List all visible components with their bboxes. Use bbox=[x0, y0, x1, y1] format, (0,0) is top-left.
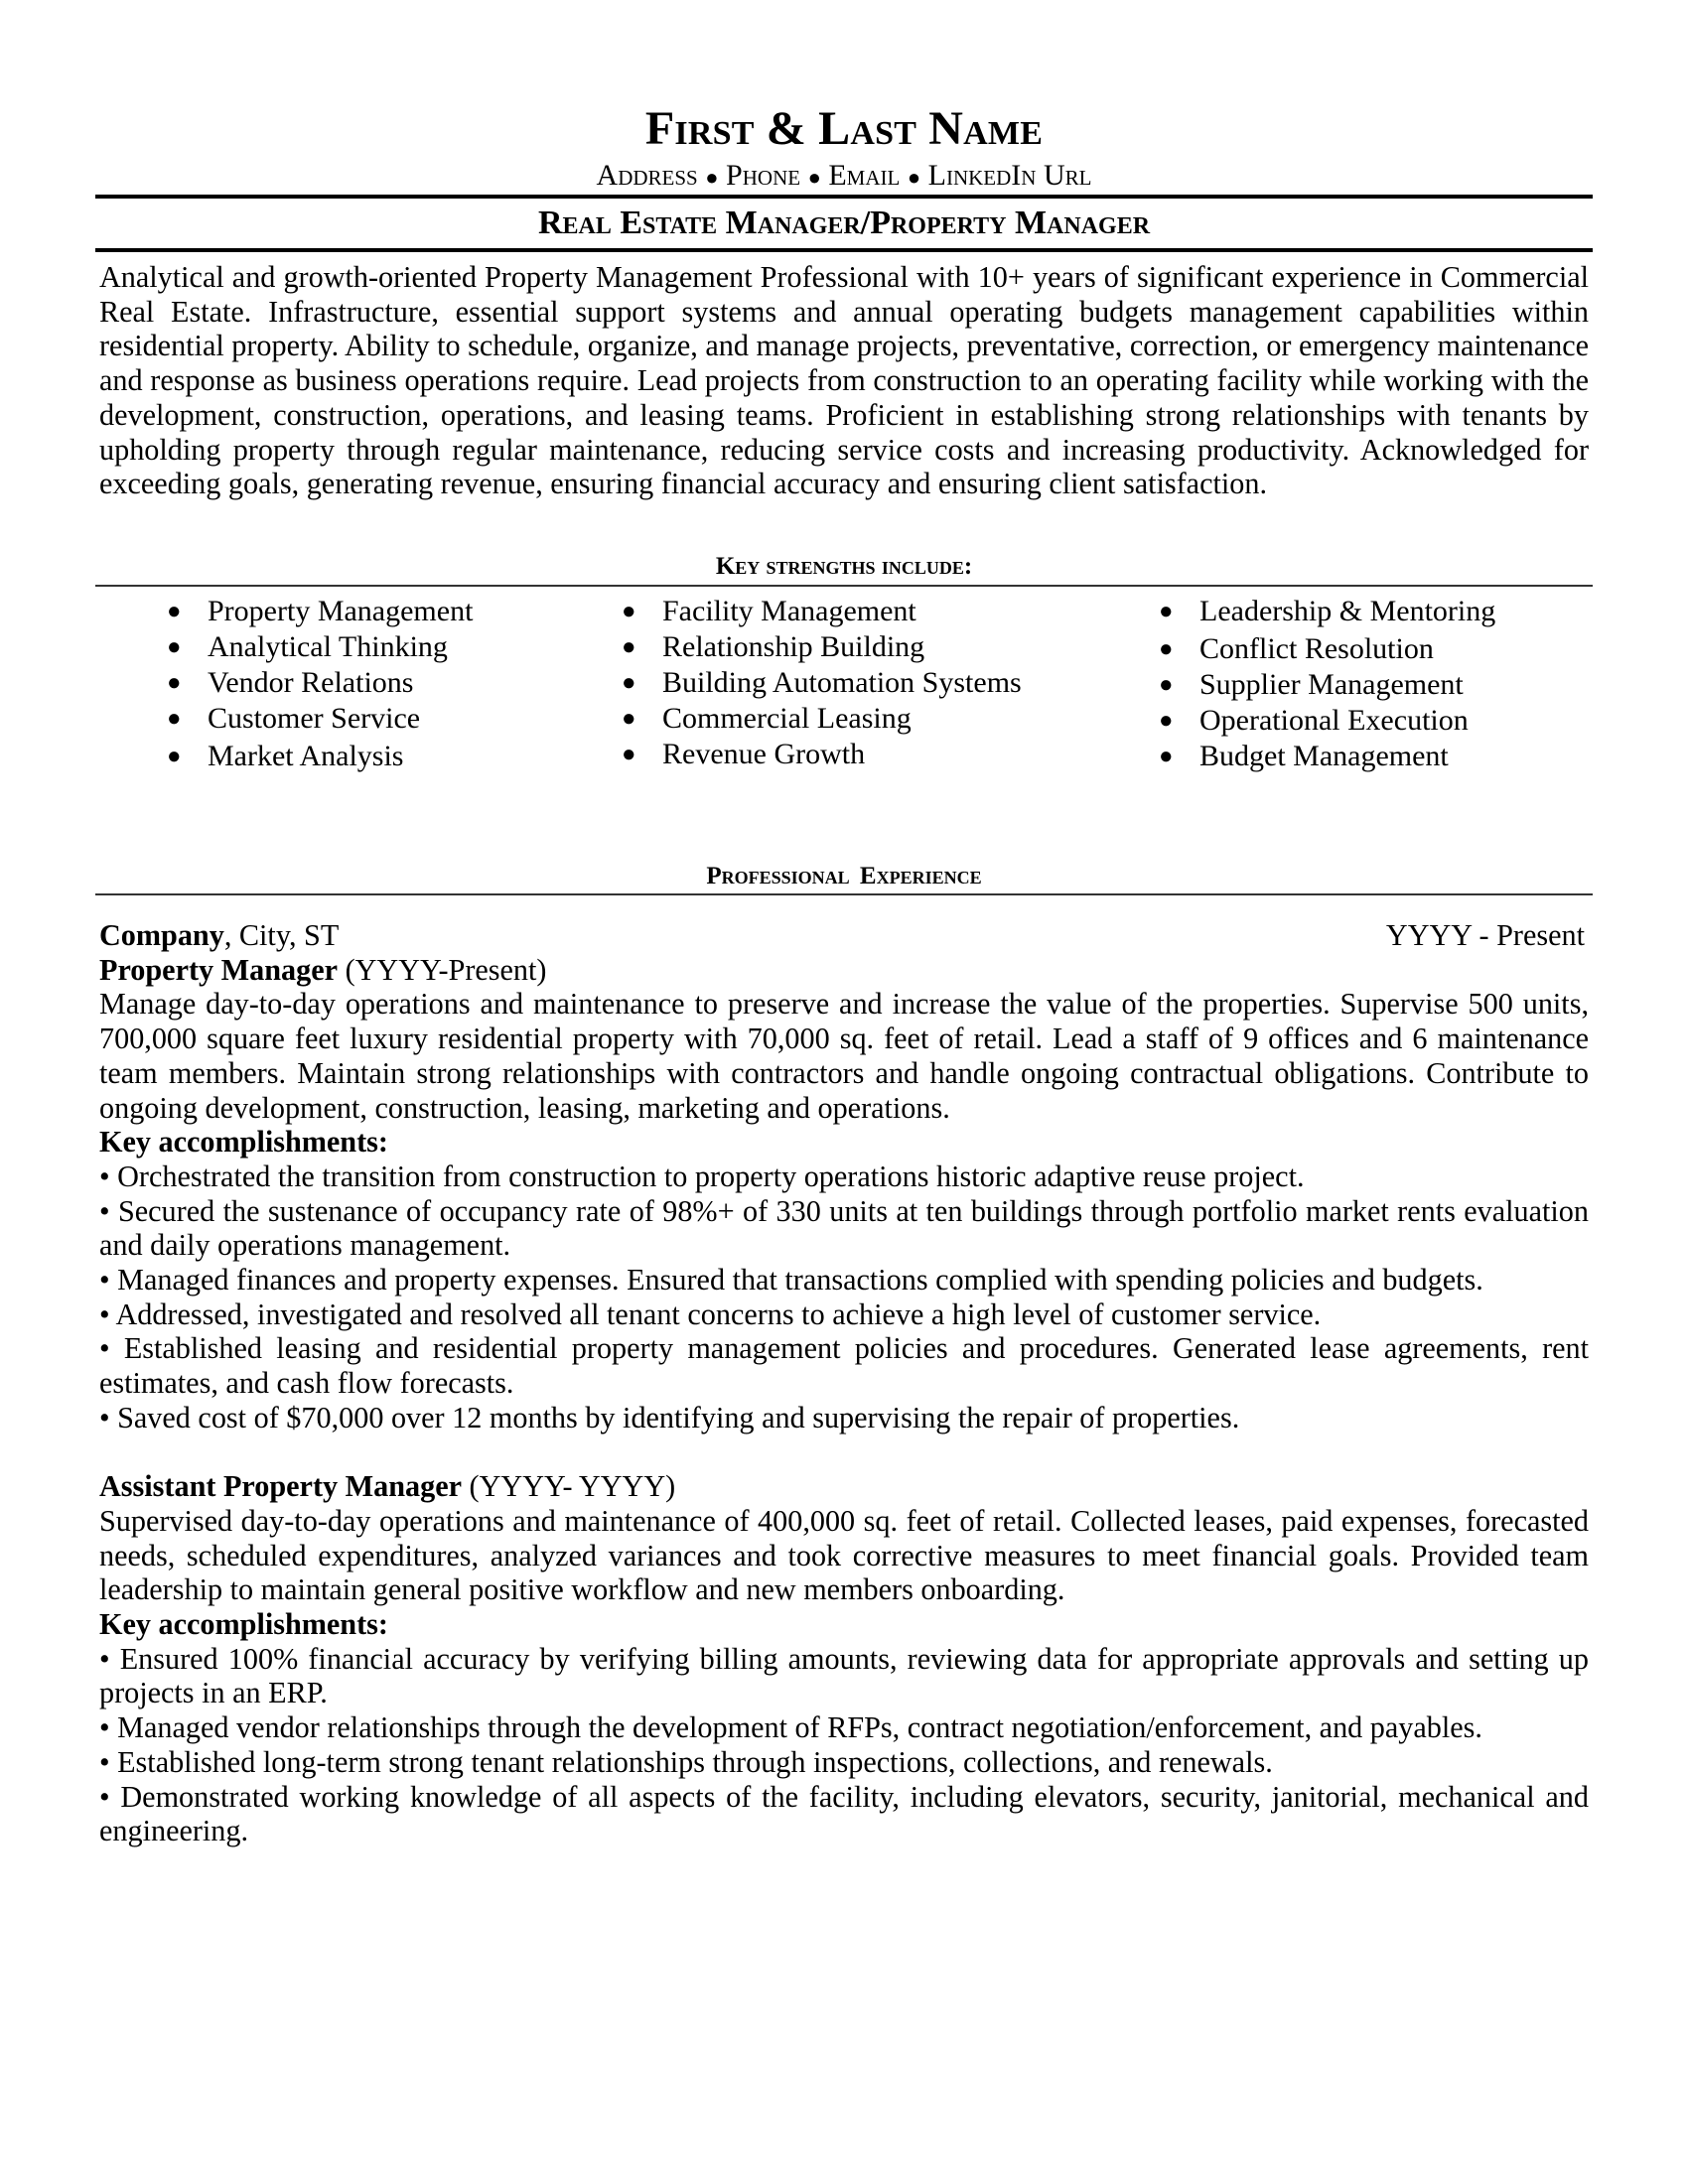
strength-label: Conflict Resolution bbox=[1199, 632, 1434, 665]
bullet-icon: ● bbox=[622, 599, 636, 624]
professional-summary: Analytical and growth-oriented Property … bbox=[99, 260, 1589, 501]
accomplishment-item: • Secured the sustenance of occupancy ra… bbox=[99, 1193, 1589, 1263]
bullet-icon: ● bbox=[1159, 708, 1174, 734]
candidate-name: First & Last Name bbox=[644, 102, 1044, 155]
strength-label: Relationship Building bbox=[662, 630, 925, 663]
job-title: Real Estate Manager/Property Manager bbox=[537, 205, 1151, 241]
header-divider-top bbox=[95, 195, 1593, 199]
strength-label: Market Analysis bbox=[208, 740, 404, 772]
accomplishments-label-text: Key accomplishments: bbox=[99, 1607, 388, 1642]
company-dates: YYYY - Present bbox=[1385, 918, 1585, 952]
bullet-icon: ● bbox=[167, 744, 182, 769]
bullet-icon: ● bbox=[622, 706, 636, 732]
strength-label: Building Automation Systems bbox=[662, 666, 1022, 699]
role-title: Assistant Property Manager bbox=[99, 1469, 462, 1504]
bullet-icon: ● bbox=[622, 742, 636, 767]
company-line: Company, City, ST YYYY - Present bbox=[99, 918, 1589, 953]
role-title: Property Manager bbox=[99, 952, 339, 987]
accomplishment-item: • Orchestrated the transition from const… bbox=[99, 1159, 1305, 1193]
role-description: Manage day-to-day operations and mainten… bbox=[99, 987, 1589, 1125]
strength-label: Supplier Management bbox=[1199, 668, 1464, 701]
strengths-grid: ● Property Management ● Analytical Thinkin… bbox=[95, 594, 1593, 792]
accomplishment-item: • Ensured 100% financial accuracy by ver… bbox=[99, 1641, 1589, 1710]
contact-linkedin: LinkedIn Url bbox=[927, 159, 1092, 192]
contact-phone: Phone bbox=[726, 159, 801, 192]
role-description: Supervised day-to-day operations and mai… bbox=[99, 1503, 1589, 1607]
contact-line: Address ● Phone ● Email ● LinkedIn Url bbox=[95, 159, 1593, 195]
role-heading: Assistant Property Manager (YYYY- YYYY) bbox=[99, 1469, 1589, 1504]
accomplishment-item: • Established long-term strong tenant re… bbox=[99, 1744, 1273, 1779]
strength-label: Customer Service bbox=[208, 702, 421, 735]
strength-label: Property Management bbox=[208, 595, 474, 627]
accomplishment-item: • Managed finances and property expenses… bbox=[99, 1263, 1483, 1297]
bullet-icon: ● bbox=[1159, 599, 1174, 624]
experience-divider bbox=[95, 893, 1593, 895]
strength-label: Analytical Thinking bbox=[208, 630, 448, 663]
bullet-icon: ● bbox=[167, 706, 182, 732]
bullet-icon: ● bbox=[167, 634, 182, 660]
strengths-divider bbox=[95, 585, 1593, 587]
experience-section: Company, City, ST YYYY - Present Propert… bbox=[99, 918, 1589, 1848]
company-name: Company bbox=[99, 918, 224, 952]
strength-label: Operational Execution bbox=[1199, 704, 1469, 737]
contact-email: Email bbox=[828, 159, 901, 192]
contact-address: Address bbox=[596, 159, 698, 192]
accomplishments-label: Key accomplishments: bbox=[99, 1607, 1589, 1642]
company-location: , City, ST bbox=[223, 918, 340, 952]
bullet-icon: ● bbox=[167, 670, 182, 696]
accomplishment-item: • Addressed, investigated and resolved a… bbox=[99, 1297, 1322, 1331]
accomplishments-label-text: Key accomplishments: bbox=[99, 1125, 388, 1160]
bullet-icon: ● bbox=[1159, 744, 1174, 769]
experience-heading: Professional Experience bbox=[706, 863, 982, 889]
strengths-heading: Key strengths include: bbox=[715, 553, 973, 580]
bullet-icon: ● bbox=[622, 634, 636, 660]
strength-label: Vendor Relations bbox=[208, 666, 414, 699]
role-heading: Property Manager (YYYY-Present) bbox=[99, 953, 1589, 988]
header-divider-bottom bbox=[95, 248, 1593, 252]
accomplishment-item: • Established leasing and residential pr… bbox=[99, 1331, 1589, 1401]
role-dates: (YYYY-Present) bbox=[338, 952, 547, 987]
bullet-separator-icon: ● bbox=[907, 165, 921, 190]
strength-label: Revenue Growth bbox=[662, 738, 866, 770]
accomplishment-item: • Demonstrated working knowledge of all … bbox=[99, 1779, 1589, 1848]
accomplishment-item: • Saved cost of $70,000 over 12 months b… bbox=[99, 1400, 1240, 1434]
strength-label: Commercial Leasing bbox=[662, 702, 912, 735]
role-dates: (YYYY- YYYY) bbox=[462, 1469, 676, 1504]
bullet-icon: ● bbox=[167, 599, 182, 624]
strength-label: Budget Management bbox=[1199, 740, 1449, 772]
accomplishments-label: Key accomplishments: bbox=[99, 1125, 1589, 1160]
bullet-separator-icon: ● bbox=[807, 165, 821, 190]
strength-label: Leadership & Mentoring bbox=[1199, 595, 1496, 627]
strength-label: Facility Management bbox=[662, 595, 916, 627]
bullet-icon: ● bbox=[622, 670, 636, 696]
bullet-icon: ● bbox=[1159, 672, 1174, 698]
accomplishment-item: • Managed vendor relationships through t… bbox=[99, 1710, 1482, 1745]
bullet-icon: ● bbox=[1159, 636, 1174, 662]
bullet-separator-icon: ● bbox=[705, 165, 719, 190]
